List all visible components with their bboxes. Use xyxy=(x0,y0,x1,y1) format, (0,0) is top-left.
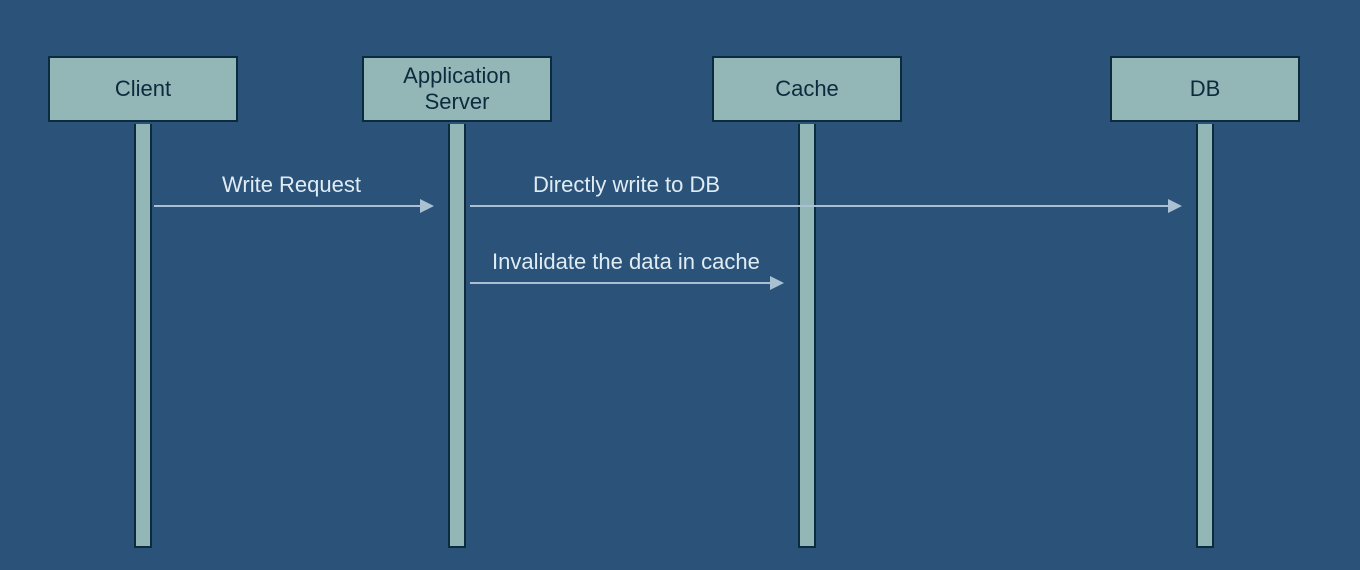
message-write-db-label: Directly write to DB xyxy=(533,172,720,198)
actor-cache-label: Cache xyxy=(775,76,839,102)
actor-appserver-label: Application Server xyxy=(403,63,511,116)
actor-db: DB xyxy=(1110,56,1300,122)
message-invalidate-cache-arrow xyxy=(470,282,782,284)
lifeline-db xyxy=(1196,124,1214,548)
message-write-request-label: Write Request xyxy=(222,172,361,198)
actor-client: Client xyxy=(48,56,238,122)
lifeline-cache xyxy=(798,124,816,548)
actor-db-label: DB xyxy=(1190,76,1221,102)
actor-appserver: Application Server xyxy=(362,56,552,122)
lifeline-appserver xyxy=(448,124,466,548)
actor-client-label: Client xyxy=(115,76,171,102)
actor-cache: Cache xyxy=(712,56,902,122)
lifeline-client xyxy=(134,124,152,548)
message-write-request-arrow xyxy=(154,205,432,207)
message-write-db-arrow xyxy=(470,205,1180,207)
message-invalidate-cache-label: Invalidate the data in cache xyxy=(492,249,760,275)
